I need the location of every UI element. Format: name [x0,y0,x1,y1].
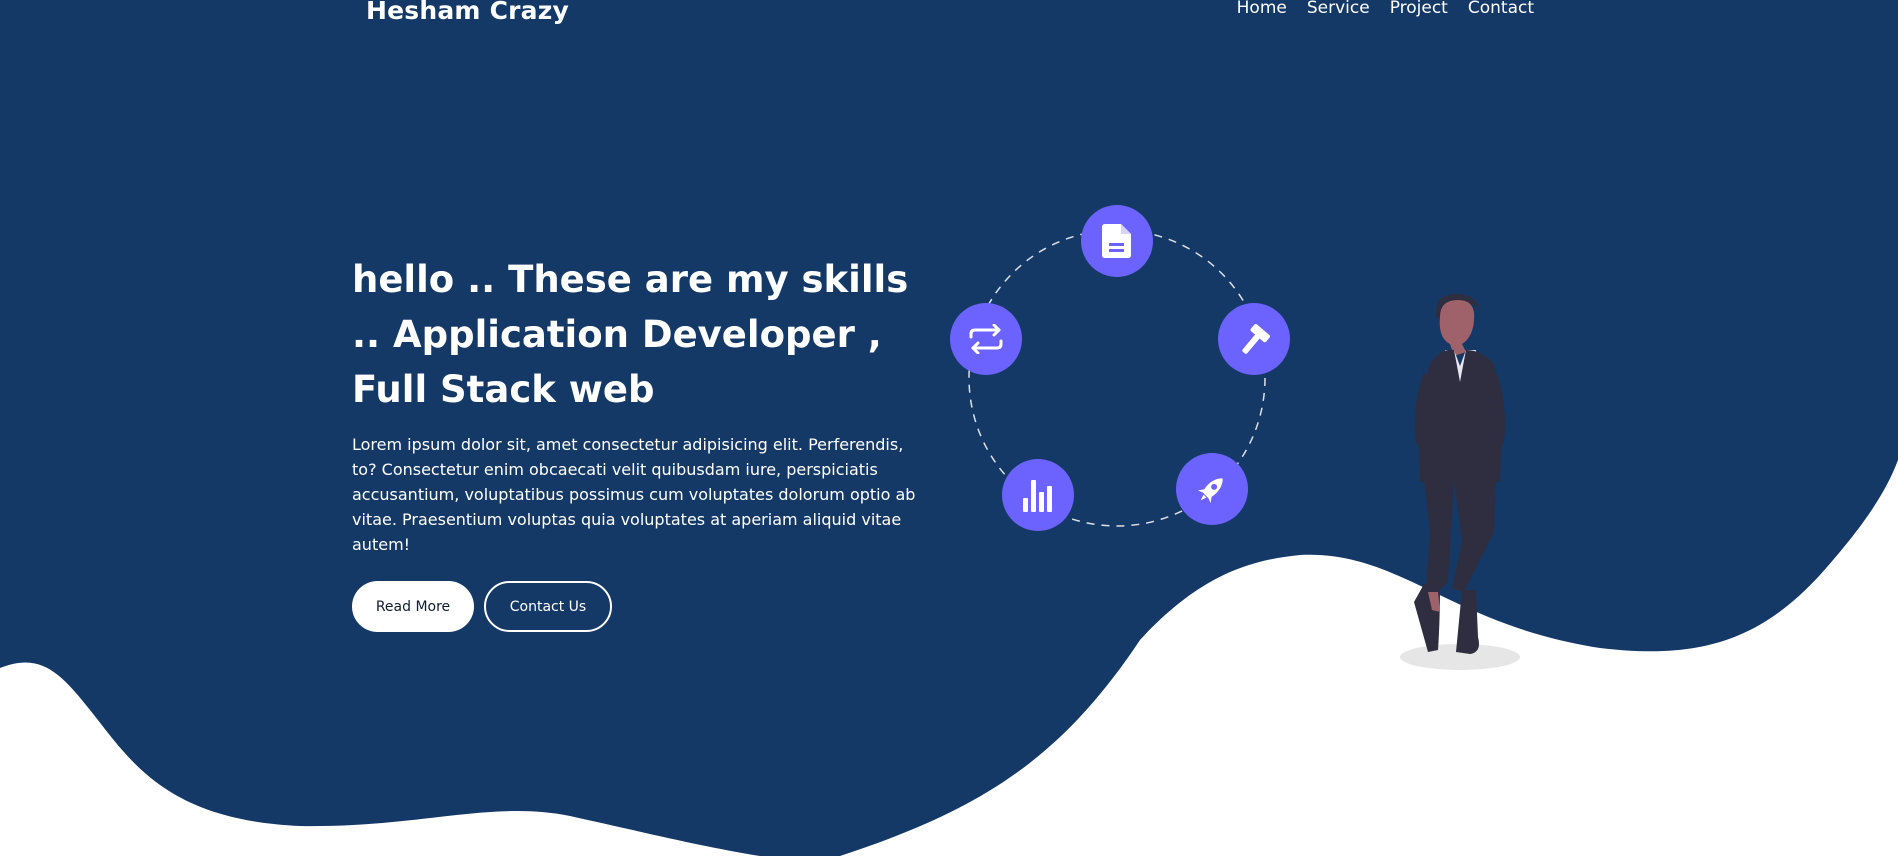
nav-project-link[interactable]: Project [1390,0,1448,18]
repeat-icon [950,303,1022,375]
brand-logo[interactable]: Hesham Crazy [366,0,569,25]
rocket-icon [1176,453,1248,525]
document-icon [1081,205,1153,277]
nav-home-link[interactable]: Home [1237,0,1287,18]
hammer-icon [1218,303,1290,375]
hero-description: Lorem ipsum dolor sit, amet consectetur … [352,435,916,554]
standing-person-illustration [1400,293,1520,670]
contact-us-button[interactable]: Contact Us [484,581,612,632]
read-more-button[interactable]: Read More [352,581,474,632]
nav-contact-link[interactable]: Contact [1468,0,1534,18]
nav-service-link[interactable]: Service [1307,0,1370,18]
hero-title: hello .. These are my skills .. Applicat… [352,258,909,411]
bar-chart-icon [1002,459,1074,531]
skills-circle [940,195,1310,535]
main-nav: Home Service Project Contact [1237,0,1534,18]
